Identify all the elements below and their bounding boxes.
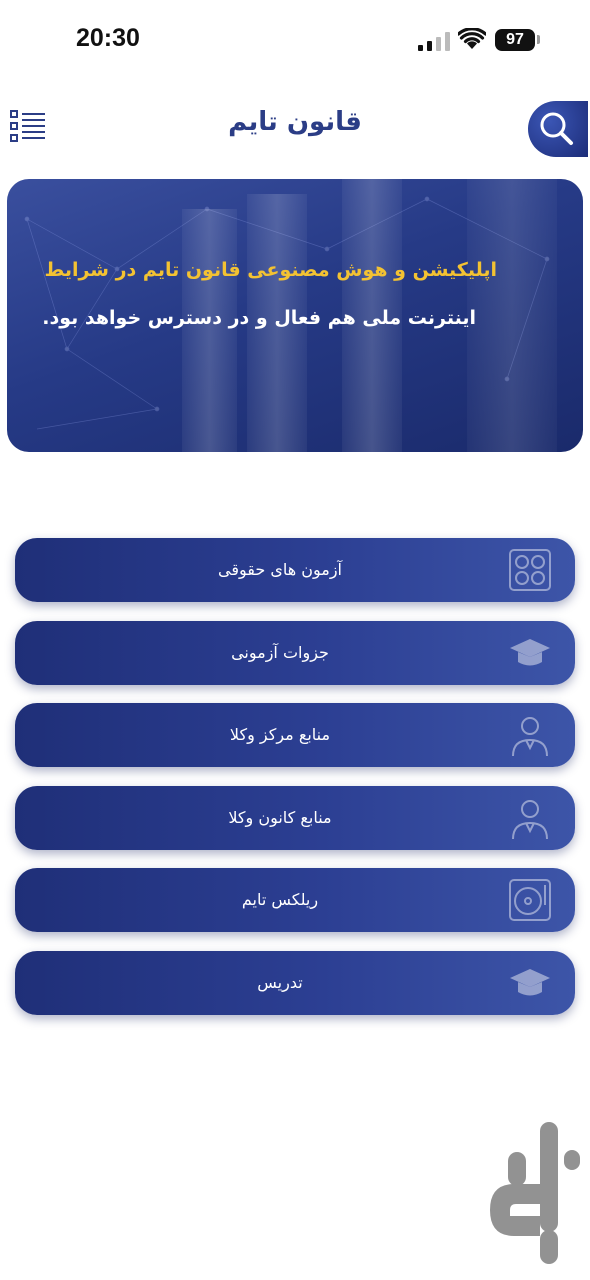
search-button[interactable] — [528, 101, 588, 157]
menu-item-label: تدریس — [257, 973, 303, 992]
graduation-cap-icon — [510, 639, 550, 666]
wifi-icon — [458, 28, 486, 49]
answer-sheet-icon — [509, 549, 551, 591]
menu-item-label: منابع مرکز وکلا — [229, 725, 331, 744]
cellular-signal-icon — [418, 31, 452, 51]
building-column — [182, 209, 237, 452]
app-title: قانون تایم — [228, 107, 362, 137]
store-watermark-logo — [490, 1122, 580, 1264]
lawyer-icon — [512, 800, 548, 840]
status-bar: 20:30 97 — [0, 0, 590, 80]
battery-tip — [537, 35, 540, 44]
promo-banner: اپلیکیشن و هوش مصنوعی قانون تایم در شرای… — [7, 179, 583, 452]
menu-item-label: آزمون های حقوقی — [218, 560, 342, 579]
banner-headline: اپلیکیشن و هوش مصنوعی قانون تایم در شرای… — [44, 259, 498, 281]
menu-item-exam-notes[interactable]: جزوات آزمونی — [15, 621, 575, 685]
search-icon — [540, 112, 573, 145]
banner-subline: اینترنت ملی هم فعال و در دسترس خواهد بود… — [42, 307, 476, 329]
menu-item-label: جزوات آزمونی — [231, 643, 329, 662]
building-column — [467, 179, 557, 452]
menu-item-label: منابع کانون وکلا — [228, 808, 332, 827]
menu-item-center-resources[interactable]: منابع مرکز وکلا — [15, 703, 575, 767]
graduation-cap-icon — [510, 969, 550, 996]
menu-item-relax-time[interactable]: ریلکس تایم — [15, 868, 575, 932]
menu-item-legal-exams[interactable]: آزمون های حقوقی — [15, 538, 575, 602]
menu-item-teaching[interactable]: تدریس — [15, 951, 575, 1015]
battery-indicator: 97 — [495, 29, 535, 51]
menu-item-bar-resources[interactable]: منابع کانون وکلا — [15, 786, 575, 850]
app-header: قانون تایم — [0, 95, 590, 165]
lawyer-icon — [512, 717, 548, 757]
status-time: 20:30 — [76, 24, 140, 52]
turntable-icon — [509, 879, 551, 921]
menu-item-label: ریلکس تایم — [241, 890, 319, 909]
